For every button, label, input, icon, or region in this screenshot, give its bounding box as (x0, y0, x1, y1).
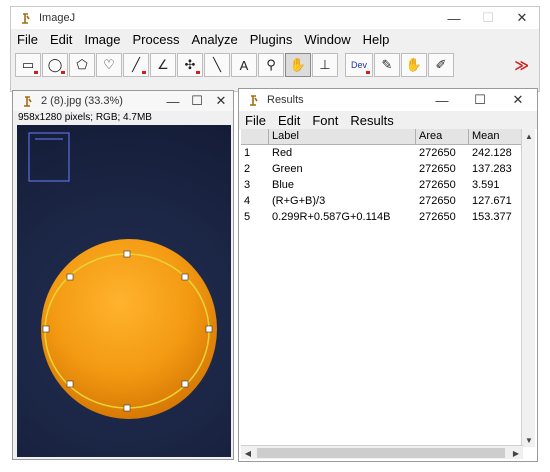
close-button[interactable]: ✕ (209, 91, 233, 111)
main-title: ImageJ (39, 12, 76, 24)
image-window: 2 (8).jpg (33.3%) — ☐ ✕ 958x1280 pixels;… (12, 90, 234, 460)
results-menu-font[interactable]: Font (312, 113, 338, 128)
table-row[interactable]: 4 (R+G+B)/3 272650 127.671 (241, 193, 523, 209)
results-title: Results (267, 94, 304, 106)
more-tools-icon[interactable]: ≫ (514, 57, 529, 74)
cell-label: (R+G+B)/3 (272, 195, 326, 207)
scroll-down-icon[interactable]: ▼ (522, 433, 536, 447)
image-info: 958x1280 pixels; RGB; 4.7MB (18, 112, 152, 123)
text-tool-icon[interactable]: A (231, 53, 257, 77)
fill-tool-icon[interactable]: ✋ (401, 53, 427, 77)
cell-mean: 127.671 (472, 195, 512, 207)
freehand-tool-icon[interactable]: ♡ (96, 53, 122, 77)
angle-tool-icon[interactable]: ∠ (150, 53, 176, 77)
cell-index: 5 (244, 211, 251, 223)
table-row[interactable]: 5 0.299R+0.587G+0.114B 272650 153.377 (241, 209, 523, 225)
wand-tool-icon[interactable]: ╲ (204, 53, 230, 77)
imagej-app-icon (250, 95, 258, 106)
cell-index: 2 (244, 163, 251, 175)
column-header-label[interactable]: Label (269, 129, 416, 144)
cell-label: Blue (272, 179, 295, 191)
cell-label: Green (272, 163, 303, 175)
maximize-button[interactable]: ☐ (461, 89, 499, 111)
cell-area: 272650 (419, 211, 456, 223)
cell-index: 3 (244, 179, 251, 191)
maximize-button[interactable]: ☐ (471, 7, 505, 29)
cell-label: Red (272, 147, 293, 159)
dev-tool-icon[interactable]: Dev (345, 53, 373, 77)
cell-mean: 137.283 (472, 163, 512, 175)
results-titlebar: Results — ☐ ✕ (239, 89, 537, 111)
column-header-mean[interactable]: Mean (469, 129, 523, 144)
vertical-scrollbar[interactable]: ▲ ▼ (521, 129, 535, 447)
cell-mean: 242.128 (472, 147, 512, 159)
cell-mean: 153.377 (472, 211, 512, 223)
toolbar: ▭ ◯ ⬠ ♡ ╱ ∠ ✣ ╲ A ⚲ ✋ ⊥ Dev ✎ ✋ ✐ ≫ (15, 51, 535, 79)
table-row[interactable]: 3 Blue 272650 3.591 (241, 177, 523, 193)
point-tool-icon[interactable]: ✣ (177, 53, 203, 77)
oval-tool-icon[interactable]: ◯ (42, 53, 68, 77)
results-window: Results — ☐ ✕ File Edit Font Results Lab… (238, 88, 538, 462)
magnifier-tool-icon[interactable]: ⚲ (258, 53, 284, 77)
cell-area: 272650 (419, 195, 456, 207)
cell-area: 272650 (419, 147, 456, 159)
image-title: 2 (8).jpg (33.3%) (41, 95, 123, 107)
table-row[interactable]: 1 Red 272650 242.128 (241, 145, 523, 161)
brush-tool-icon[interactable]: ✎ (374, 53, 400, 77)
scroll-thumb[interactable] (257, 448, 505, 458)
cell-mean: 3.591 (472, 179, 500, 191)
results-menu-file[interactable]: File (245, 113, 266, 128)
main-menubar: File Edit Image Process Analyze Plugins … (11, 29, 539, 49)
imagej-app-icon (22, 13, 30, 24)
navigator-rectangle (28, 132, 70, 182)
close-button[interactable]: ✕ (505, 7, 539, 29)
cell-label: 0.299R+0.587G+0.114B (272, 211, 391, 223)
hand-tool-icon[interactable]: ✋ (285, 53, 311, 77)
menu-window[interactable]: Window (304, 32, 350, 47)
cell-index: 1 (244, 147, 251, 159)
orange-fruit (41, 239, 217, 419)
pipette-tool-icon[interactable]: ✐ (428, 53, 454, 77)
results-menu-results[interactable]: Results (350, 113, 393, 128)
horizontal-scrollbar[interactable]: ◀ ▶ (241, 445, 523, 459)
imagej-app-icon (24, 96, 32, 107)
cell-area: 272650 (419, 179, 456, 191)
close-button[interactable]: ✕ (499, 89, 537, 111)
column-header-index[interactable] (241, 129, 269, 144)
main-titlebar: ImageJ — ☐ ✕ (11, 7, 539, 29)
dropper-tool-icon[interactable]: ⊥ (312, 53, 338, 77)
minimize-button[interactable]: — (423, 89, 461, 111)
menu-edit[interactable]: Edit (50, 32, 72, 47)
cell-index: 4 (244, 195, 251, 207)
scroll-right-icon[interactable]: ▶ (509, 446, 523, 460)
minimize-button[interactable]: — (437, 7, 471, 29)
menu-process[interactable]: Process (133, 32, 180, 47)
menu-help[interactable]: Help (363, 32, 390, 47)
scroll-left-icon[interactable]: ◀ (241, 446, 255, 460)
rectangle-tool-icon[interactable]: ▭ (15, 53, 41, 77)
table-header: Label Area Mean (241, 129, 523, 145)
polygon-tool-icon[interactable]: ⬠ (69, 53, 95, 77)
results-menubar: File Edit Font Results (239, 111, 537, 129)
imagej-main-window: ImageJ — ☐ ✕ File Edit Image Process Ana… (10, 6, 540, 92)
minimize-button[interactable]: — (161, 91, 185, 111)
image-titlebar: 2 (8).jpg (33.3%) — ☐ ✕ (13, 91, 233, 111)
results-menu-edit[interactable]: Edit (278, 113, 300, 128)
maximize-button[interactable]: ☐ (185, 91, 209, 111)
scroll-up-icon[interactable]: ▲ (522, 129, 536, 143)
results-table[interactable]: Label Area Mean 1 Red 272650 242.128 2 G… (241, 129, 523, 447)
line-tool-icon[interactable]: ╱ (123, 53, 149, 77)
image-canvas[interactable] (17, 125, 231, 457)
menu-analyze[interactable]: Analyze (191, 32, 237, 47)
menu-plugins[interactable]: Plugins (250, 32, 293, 47)
menu-file[interactable]: File (17, 32, 38, 47)
column-header-area[interactable]: Area (416, 129, 469, 144)
menu-image[interactable]: Image (84, 32, 120, 47)
table-row[interactable]: 2 Green 272650 137.283 (241, 161, 523, 177)
cell-area: 272650 (419, 163, 456, 175)
